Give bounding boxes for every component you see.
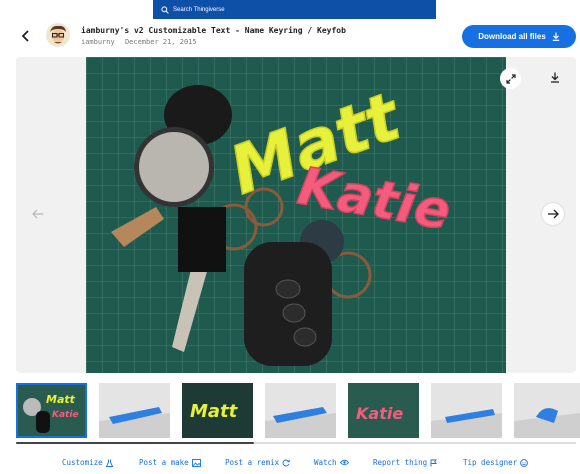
thing-title: iamburny's v2 Customizable Text - Name K… [81, 26, 346, 35]
smiley-icon [520, 458, 529, 467]
download-icon [552, 32, 559, 41]
eye-icon [339, 459, 349, 466]
download-all-label: Download all files [478, 32, 546, 41]
previous-image-button[interactable] [27, 203, 49, 225]
thing-meta: iamburny December 21, 2015 [81, 38, 203, 46]
arrow-left-icon [32, 209, 43, 219]
refresh-icon [282, 459, 291, 466]
avatar[interactable] [46, 23, 70, 47]
search-input[interactable]: Search Thingiverse [153, 0, 436, 19]
report-thing-label: Report thing [373, 458, 428, 467]
thumb-matt-text: Matt [46, 393, 76, 406]
thumbnail-6[interactable] [431, 383, 502, 438]
thumbnail-3[interactable]: Matt [182, 383, 253, 438]
thumb-katie-text: Katie [52, 410, 79, 420]
customize-label: Customize [62, 458, 103, 467]
image-icon [191, 458, 201, 467]
watch-label: Watch [314, 458, 337, 467]
post-make-label: Post a make [139, 458, 189, 467]
thumbnail-7[interactable] [514, 383, 580, 438]
top-bar: Search Thingiverse [0, 0, 580, 20]
tip-designer-label: Tip designer [463, 458, 518, 467]
thumbnail-1[interactable]: Matt Katie [16, 383, 87, 438]
author-link[interactable]: iamburny [81, 38, 115, 46]
search-placeholder: Search Thingiverse [173, 6, 225, 13]
download-icon [551, 72, 559, 83]
flask-icon [105, 459, 113, 467]
watch-link[interactable]: Watch [314, 458, 349, 467]
post-remix-label: Post a remix [225, 458, 280, 467]
thumbnail-2[interactable] [99, 383, 170, 438]
thumb-matt-text-large: Matt [190, 401, 239, 422]
back-button[interactable] [18, 28, 34, 44]
thumbnail-5[interactable]: Katie [348, 383, 419, 438]
post-make-link[interactable]: Post a make [139, 458, 201, 467]
thing-actions: Customize Post a make Post a remix Watch… [0, 458, 580, 472]
expand-icon [505, 73, 516, 84]
flag-icon [430, 459, 438, 466]
main-photo[interactable]: Matt Katie [86, 57, 506, 373]
publish-date: December 21, 2015 [124, 38, 197, 46]
post-remix-link[interactable]: Post a remix [225, 458, 291, 467]
thumbnail-scrollbar[interactable] [16, 442, 254, 444]
chevron-left-icon [21, 30, 29, 42]
thumb-katie-text-large: Katie [356, 404, 403, 423]
fullscreen-button[interactable] [500, 68, 521, 89]
customize-link[interactable]: Customize [62, 458, 113, 467]
arrow-right-icon [548, 209, 559, 219]
report-thing-link[interactable]: Report thing [373, 458, 438, 467]
download-all-button[interactable]: Download all files [462, 25, 576, 48]
thumbnail-4[interactable] [265, 383, 336, 438]
download-image-button[interactable] [546, 68, 564, 86]
tip-designer-link[interactable]: Tip designer [463, 458, 529, 467]
search-icon [161, 5, 169, 14]
thumbnail-strip: Matt Katie Matt Katie [16, 383, 580, 439]
next-image-button[interactable] [542, 203, 564, 225]
